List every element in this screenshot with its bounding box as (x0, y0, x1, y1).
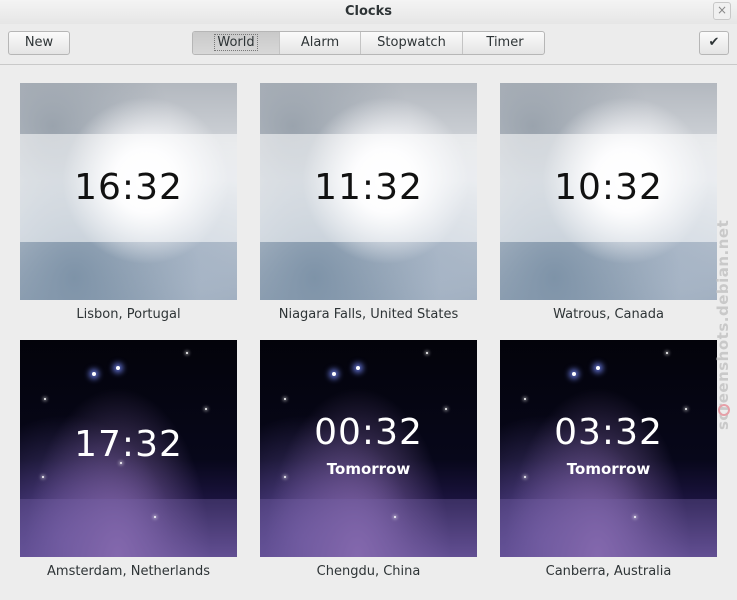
clock-location: Canberra, Australia (545, 564, 672, 579)
clock-location: Watrous, Canada (553, 307, 664, 322)
tab-timer[interactable]: Timer (463, 32, 544, 54)
clock-location: Chengdu, China (316, 564, 421, 579)
clock-time: 10:32 (554, 167, 663, 208)
new-button[interactable]: New (8, 31, 70, 55)
clock-tile-niagara-falls[interactable]: 11:32 (260, 83, 477, 300)
clock-tile-chengdu[interactable]: 00:32 Tomorrow (260, 340, 477, 557)
tab-stopwatch[interactable]: Stopwatch (361, 32, 463, 54)
window-title: Clocks (344, 4, 393, 19)
tab-world[interactable]: World (193, 32, 280, 54)
watermark: screenshots.debian.net (714, 219, 732, 430)
clock-tile-amsterdam[interactable]: 17:32 (20, 340, 237, 557)
clock-tile-canberra[interactable]: 03:32 Tomorrow (500, 340, 717, 557)
clock-time: 03:32 (554, 412, 663, 453)
clock-time: 00:32 (314, 412, 423, 453)
clock-time: 11:32 (314, 167, 423, 208)
clock-time: 16:32 (74, 167, 183, 208)
clock-location: Amsterdam, Netherlands (47, 564, 210, 579)
clock-day-note: Tomorrow (326, 460, 411, 478)
toolbar: New World Alarm Stopwatch Timer ✔ (0, 24, 737, 65)
clock-day-note: Tomorrow (566, 460, 651, 478)
clock-tile-lisbon[interactable]: 16:32 (20, 83, 237, 300)
clock-location: Niagara Falls, United States (278, 307, 459, 322)
clock-tile-watrous[interactable]: 10:32 (500, 83, 717, 300)
clock-time: 17:32 (74, 424, 183, 465)
debian-logo-icon (718, 404, 730, 416)
close-icon[interactable]: × (713, 2, 731, 20)
view-switcher: World Alarm Stopwatch Timer (192, 31, 545, 55)
checkmark-icon[interactable]: ✔ (699, 31, 729, 55)
window-titlebar: Clocks × (0, 0, 737, 24)
tab-alarm[interactable]: Alarm (280, 32, 361, 54)
clock-location: Lisbon, Portugal (76, 307, 181, 322)
